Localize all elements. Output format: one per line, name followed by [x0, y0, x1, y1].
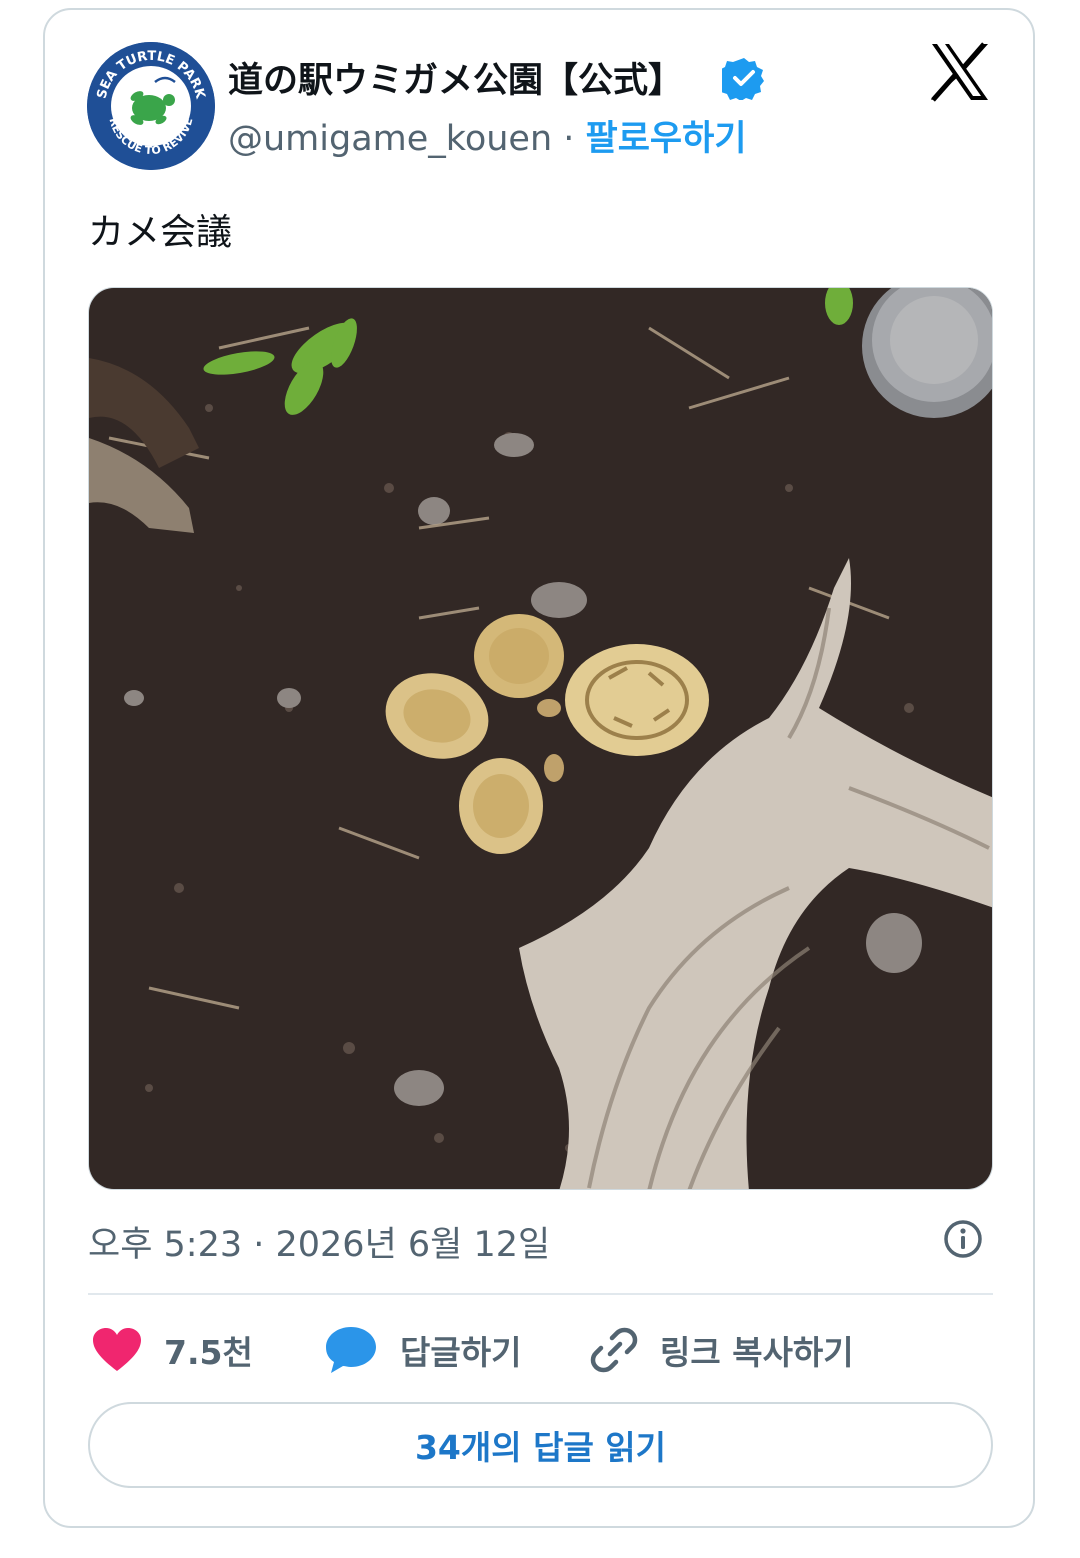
x-logo-icon[interactable] [928, 42, 992, 102]
speech-bubble-icon [326, 1327, 376, 1373]
post-timestamp[interactable]: 오후 5:23 · 2026년 6월 12일 [88, 1216, 550, 1267]
read-replies-button[interactable]: 34개의 답글 읽기 [88, 1402, 993, 1488]
follow-button[interactable]: 팔로우하기 [586, 119, 747, 159]
post-text: カメ会議 [88, 212, 233, 253]
divider [88, 1293, 993, 1295]
account-handle[interactable]: @umigame_kouen [228, 119, 552, 159]
link-icon [590, 1327, 638, 1373]
info-icon[interactable] [943, 1219, 983, 1259]
copy-link-label: 링크 복사하기 [660, 1333, 854, 1372]
account-avatar[interactable]: SEA TURTLE PARK RESCUE TO REVIVE [87, 42, 215, 170]
tortoises-photo-image [89, 288, 992, 1189]
display-name[interactable]: 道の駅ウミガメ公園【公式】 [228, 52, 683, 103]
sea-turtle-park-logo: SEA TURTLE PARK RESCUE TO REVIVE [87, 42, 215, 170]
handle-row: @umigame_kouen · 팔로우하기 [228, 110, 747, 161]
reply-button[interactable]: 답글하기 [324, 1320, 521, 1380]
like-button[interactable]: 7.5천 [92, 1320, 253, 1380]
heart-icon [93, 1328, 141, 1371]
separator-dot: · [552, 119, 586, 159]
reply-label: 답글하기 [400, 1333, 522, 1372]
copy-link-button[interactable]: 링크 복사하기 [590, 1320, 854, 1380]
verified-badge-icon [722, 58, 764, 100]
like-count: 7.5천 [164, 1333, 253, 1372]
post-photo[interactable] [88, 287, 993, 1190]
